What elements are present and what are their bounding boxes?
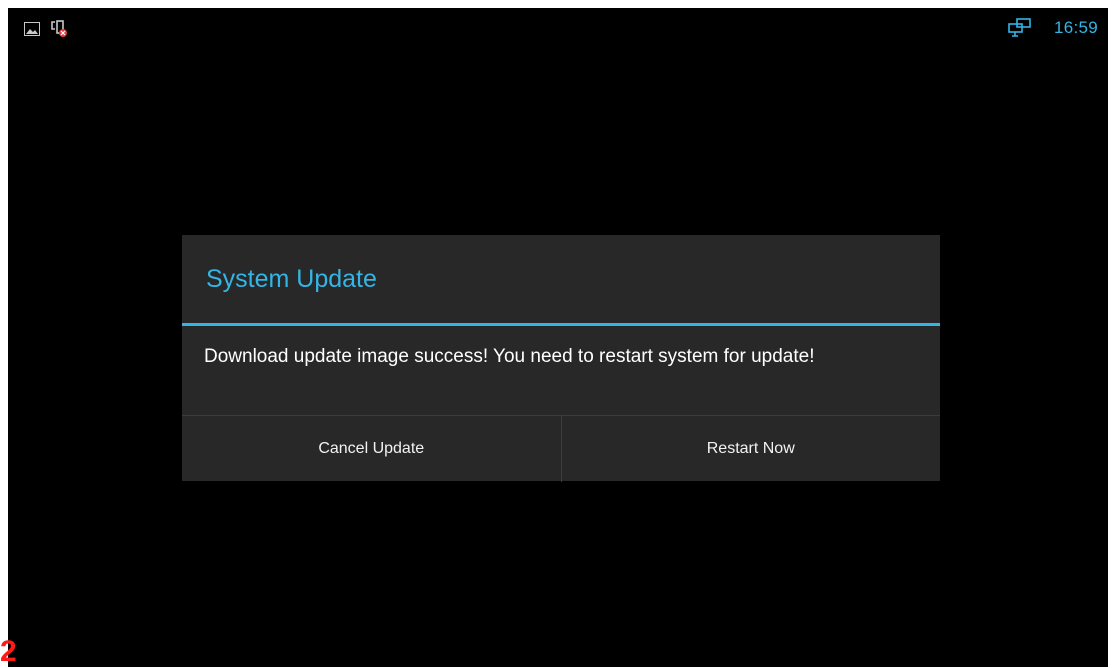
title-divider bbox=[182, 323, 940, 326]
device-screen: 16:59 System Update Download update imag… bbox=[8, 8, 1108, 667]
gallery-icon bbox=[24, 22, 40, 36]
restart-now-button[interactable]: Restart Now bbox=[562, 416, 941, 482]
status-bar-notifications bbox=[24, 20, 68, 38]
cancel-update-button[interactable]: Cancel Update bbox=[182, 416, 561, 482]
dialog-title: System Update bbox=[206, 265, 377, 293]
dialog-button-bar: Cancel Update Restart Now bbox=[182, 415, 940, 482]
usb-debug-icon bbox=[50, 20, 68, 38]
dialog-message: Download update image success! You need … bbox=[204, 346, 815, 367]
status-bar: 16:59 bbox=[8, 8, 1108, 46]
status-bar-system: 16:59 bbox=[1008, 18, 1098, 38]
corner-number-mark: 2 bbox=[0, 635, 17, 668]
network-icon bbox=[1008, 18, 1032, 38]
status-clock: 16:59 bbox=[1053, 18, 1098, 37]
system-update-dialog: System Update Download update image succ… bbox=[182, 235, 940, 482]
